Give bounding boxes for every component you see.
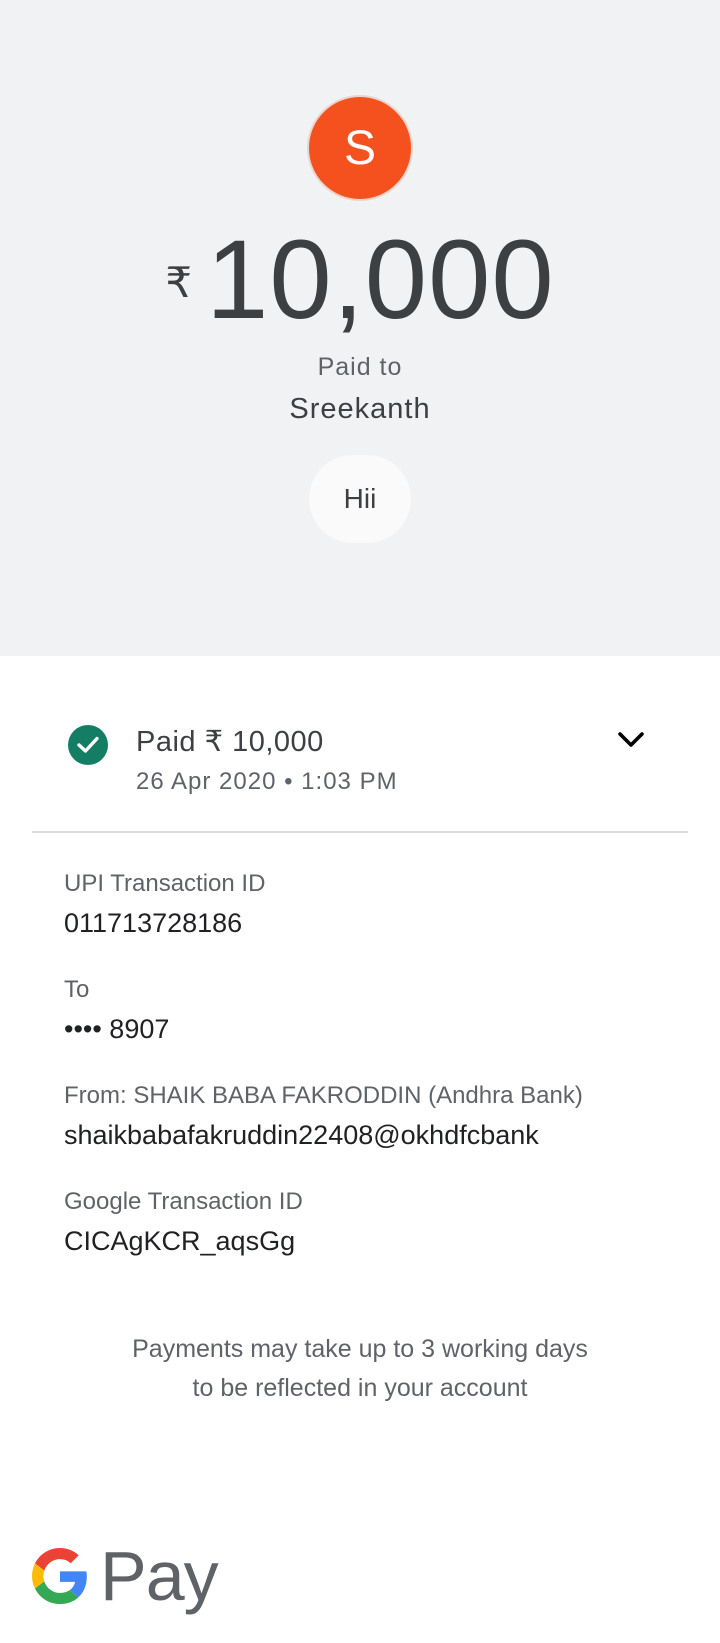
currency-symbol: ₹ [165,259,193,306]
detail-value[interactable]: shaikbabafakruddin22408@okhdfcbank [64,1120,583,1151]
google-pay-logo: Pay [32,1537,219,1615]
detail-google-transaction-id: Google Transaction ID CICAgKCR_aqsGg [64,1188,303,1257]
payment-note: Hii [309,455,411,543]
detail-to: To •••• 8907 [64,976,169,1045]
detail-label: To [64,976,90,1003]
settlement-note-line2: to be reflected in your account [192,1374,528,1402]
detail-from: From: SHAIK BABA FAKRODDIN (Andhra Bank)… [64,1082,583,1151]
payment-amount: ₹ 10,000 [0,218,720,342]
payee-name: Sreekanth [289,393,431,425]
detail-value: •••• 8907 [64,1014,170,1044]
payment-note-text: Hii [343,483,377,514]
detail-label: UPI Transaction ID [64,870,266,897]
google-g-icon [32,1548,87,1604]
detail-value[interactable]: 011713728186 [64,908,265,939]
google-pay-wordmark: Pay [100,1537,219,1615]
paid-to-label: Paid to [317,353,403,381]
avatar[interactable]: S [309,97,411,199]
settlement-note-line1: Payments may take up to 3 working days [132,1335,588,1363]
payment-datetime: 26 Apr 2020 • 1:03 PM [136,768,398,795]
detail-label: From: SHAIK BABA FAKRODDIN (Andhra Bank) [64,1082,583,1109]
section-divider [32,831,688,833]
settlement-note: Payments may take up to 3 working days t… [0,1330,720,1408]
detail-value[interactable]: CICAgKCR_aqsGg [64,1226,303,1257]
check-circle-icon [68,725,108,765]
payment-status-row[interactable]: Paid ₹ 10,000 26 Apr 2020 • 1:03 PM [0,700,720,830]
payment-status-title: Paid ₹ 10,000 [136,726,324,758]
chevron-down-icon[interactable] [616,730,646,755]
avatar-initial: S [343,121,376,175]
detail-label: Google Transaction ID [64,1188,303,1215]
amount-value: 10,000 [206,217,555,342]
detail-upi-transaction-id: UPI Transaction ID 011713728186 [64,870,265,939]
payment-summary-header: S ₹ 10,000 Paid to Sreekanth Hii [0,0,720,656]
